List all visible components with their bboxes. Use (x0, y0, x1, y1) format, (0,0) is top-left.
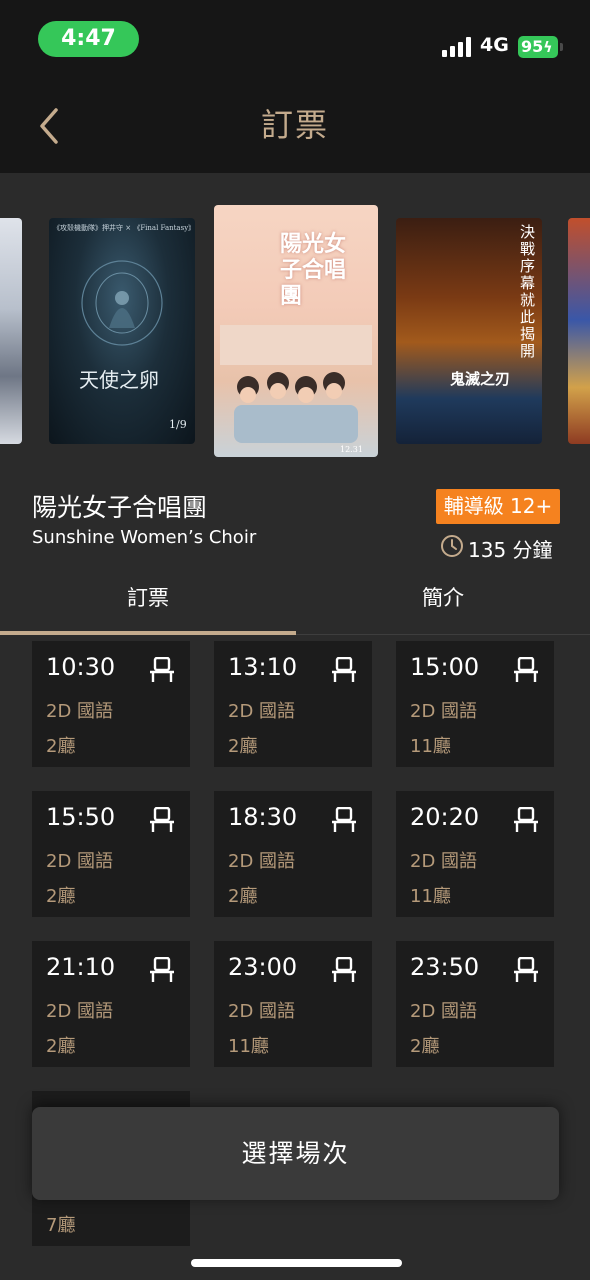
showtime-card[interactable]: 10:30 2D 國語 2廳 (32, 641, 190, 767)
charging-icon: ϟ (543, 40, 553, 56)
showtime-time: 23:00 (228, 953, 298, 981)
showtime-card[interactable]: 15:00 2D 國語 11廳 (396, 641, 554, 767)
poster-title: 天使之卵 (79, 368, 159, 392)
tab-synopsis[interactable]: 簡介 (296, 582, 590, 632)
showtime-time: 13:10 (228, 653, 298, 681)
battery-level: 95 (521, 37, 544, 56)
page-title: 訂票 (260, 106, 329, 144)
poster-date: 12.31 (340, 445, 363, 454)
movie-title-english: Sunshine Women’s Choir (32, 527, 257, 548)
seat-icon (332, 807, 356, 832)
home-indicator (191, 1259, 402, 1267)
booking-screen: 4:47 4G 95ϟ 訂票 《攻殼機動隊》押井守 × 《Final Fanta… (0, 0, 590, 1280)
showtime-card[interactable]: 15:50 2D 國語 2廳 (32, 791, 190, 917)
seat-icon (150, 657, 174, 682)
battery-cap (560, 43, 563, 51)
poster-date: 1/9 (169, 418, 187, 431)
network-type: 4G (480, 34, 509, 56)
showtime-card[interactable]: 23:50 2D 國語 2廳 (396, 941, 554, 1067)
showtime-hall: 2廳 (228, 886, 258, 907)
seat-icon (514, 957, 538, 982)
seat-icon (332, 657, 356, 682)
showtime-hall: 11廳 (410, 886, 451, 907)
showtime-hall: 11廳 (410, 736, 451, 757)
showtime-time: 21:10 (46, 953, 116, 981)
showtime-hall: 2廳 (46, 736, 76, 757)
poster-side-caption: 決戰序幕就此揭開 (520, 223, 536, 360)
poster-figure-art (81, 260, 163, 346)
showtime-format: 2D 國語 (46, 851, 114, 872)
showtime-hall: 2廳 (46, 886, 76, 907)
showtime-hall: 11廳 (228, 1036, 269, 1057)
showtime-card[interactable]: 23:00 2D 國語 11廳 (214, 941, 372, 1067)
seat-icon (514, 657, 538, 682)
poster-partial-right[interactable] (568, 218, 590, 444)
showtime-card[interactable]: 21:10 2D 國語 2廳 (32, 941, 190, 1067)
seat-icon (332, 957, 356, 982)
showtime-time: 15:50 (46, 803, 116, 831)
poster-demon-slayer[interactable]: 決戰序幕就此揭開 鬼滅之刃 (396, 218, 542, 444)
showtime-format: 2D 國語 (410, 701, 478, 722)
duration-text: 135 分鐘 (468, 538, 553, 562)
poster-title: 鬼滅之刃 (450, 370, 511, 388)
showtime-format: 2D 國語 (228, 701, 296, 722)
cellular-signal-icon (442, 37, 474, 57)
seat-icon (514, 807, 538, 832)
showtime-hall: 2廳 (410, 1036, 440, 1057)
tab-booking[interactable]: 訂票 (0, 582, 296, 632)
poster-title: 陽光女子合唱團 (280, 231, 347, 309)
duration: 135 分鐘 (440, 533, 560, 562)
showtime-card[interactable]: 18:30 2D 國語 2廳 (214, 791, 372, 917)
select-showtime-button[interactable]: 選擇場次 (32, 1107, 559, 1200)
poster-sunshine-choir[interactable]: 陽光女子合唱團 12.31 (214, 205, 378, 457)
showtime-format: 2D 國語 (410, 1001, 478, 1022)
movie-title: 陽光女子合唱團 (32, 493, 208, 522)
seat-icon (150, 807, 174, 832)
showtime-card[interactable]: 20:20 2D 國語 11廳 (396, 791, 554, 917)
clock-icon (441, 535, 463, 557)
poster-partial-left[interactable] (0, 218, 22, 444)
showtime-time: 18:30 (228, 803, 298, 831)
showtime-format: 2D 國語 (46, 701, 114, 722)
poster-carousel[interactable]: 《攻殼機動隊》押井守 × 《Final Fantasy》天野喜孝 天使之卵 1/… (0, 173, 590, 483)
showtime-time: 20:20 (410, 803, 480, 831)
showtime-hall: 2廳 (46, 1036, 76, 1057)
showtime-hall: 2廳 (228, 736, 258, 757)
poster-top-caption: 《攻殼機動隊》押井守 × 《Final Fantasy》天野喜孝 (53, 224, 191, 232)
showtime-time: 23:50 (410, 953, 480, 981)
showtime-format: 2D 國語 (228, 851, 296, 872)
battery-icon: 95ϟ (518, 36, 558, 58)
poster-cast-art (220, 325, 372, 443)
active-tab-indicator (0, 631, 296, 635)
top-bar: 4:47 4G 95ϟ 訂票 (0, 0, 590, 173)
showtime-card[interactable]: 13:10 2D 國語 2廳 (214, 641, 372, 767)
status-time: 4:47 (38, 21, 139, 57)
showtime-format: 2D 國語 (228, 1001, 296, 1022)
poster-angels-egg[interactable]: 《攻殼機動隊》押井守 × 《Final Fantasy》天野喜孝 天使之卵 1/… (49, 218, 195, 444)
rating-badge: 輔導級 12+ (436, 489, 560, 524)
showtime-hall: 7廳 (46, 1215, 76, 1236)
showtime-format: 2D 國語 (46, 1001, 114, 1022)
showtime-format: 2D 國語 (410, 851, 478, 872)
showtime-time: 10:30 (46, 653, 116, 681)
seat-icon (150, 957, 174, 982)
showtime-time: 15:00 (410, 653, 480, 681)
